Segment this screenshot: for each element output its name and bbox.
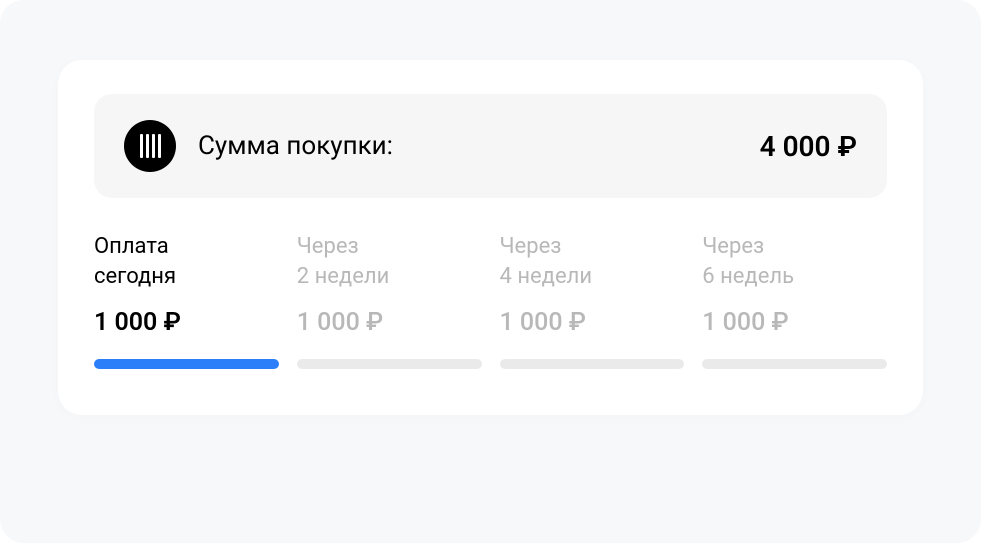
- progress-bar-inactive: [702, 359, 887, 369]
- installment-today[interactable]: Оплата сегодня 1 000 ₽: [94, 232, 279, 369]
- purchase-label: Сумма покупки:: [198, 131, 393, 161]
- installment-amount: 1 000 ₽: [94, 308, 279, 337]
- installment-4-weeks[interactable]: Через 4 недели 1 000 ₽: [500, 232, 685, 369]
- progress-bar-inactive: [297, 359, 482, 369]
- progress-bar-inactive: [500, 359, 685, 369]
- installment-label-line1: Оплата: [94, 234, 169, 259]
- installment-amount: 1 000 ₽: [500, 308, 685, 337]
- payment-card: Сумма покупки: 4 000 ₽ Оплата сегодня 1 …: [58, 60, 923, 415]
- progress-bar-active: [94, 359, 279, 369]
- summary-left: Сумма покупки:: [124, 120, 393, 172]
- installment-amount: 1 000 ₽: [702, 308, 887, 337]
- installment-label-line1: Через: [297, 234, 359, 259]
- installment-2-weeks[interactable]: Через 2 недели 1 000 ₽: [297, 232, 482, 369]
- installment-label: Оплата сегодня: [94, 232, 279, 292]
- installment-label-line1: Через: [500, 234, 562, 259]
- installment-6-weeks[interactable]: Через 6 недель 1 000 ₽: [702, 232, 887, 369]
- installment-label-line1: Через: [702, 234, 764, 259]
- installment-label: Через 6 недель: [702, 232, 887, 292]
- brand-logo-icon: [124, 120, 176, 172]
- installment-label: Через 4 недели: [500, 232, 685, 292]
- installment-amount: 1 000 ₽: [297, 308, 482, 337]
- installments-row: Оплата сегодня 1 000 ₽ Через 2 недели 1 …: [94, 232, 887, 369]
- installment-label: Через 2 недели: [297, 232, 482, 292]
- installment-label-line2: 2 недели: [297, 264, 390, 289]
- payment-widget-container: Сумма покупки: 4 000 ₽ Оплата сегодня 1 …: [0, 0, 981, 543]
- purchase-summary: Сумма покупки: 4 000 ₽: [94, 94, 887, 198]
- installment-label-line2: 4 недели: [500, 264, 593, 289]
- installment-label-line2: 6 недель: [702, 264, 794, 289]
- purchase-amount: 4 000 ₽: [760, 130, 857, 163]
- installment-label-line2: сегодня: [94, 264, 176, 289]
